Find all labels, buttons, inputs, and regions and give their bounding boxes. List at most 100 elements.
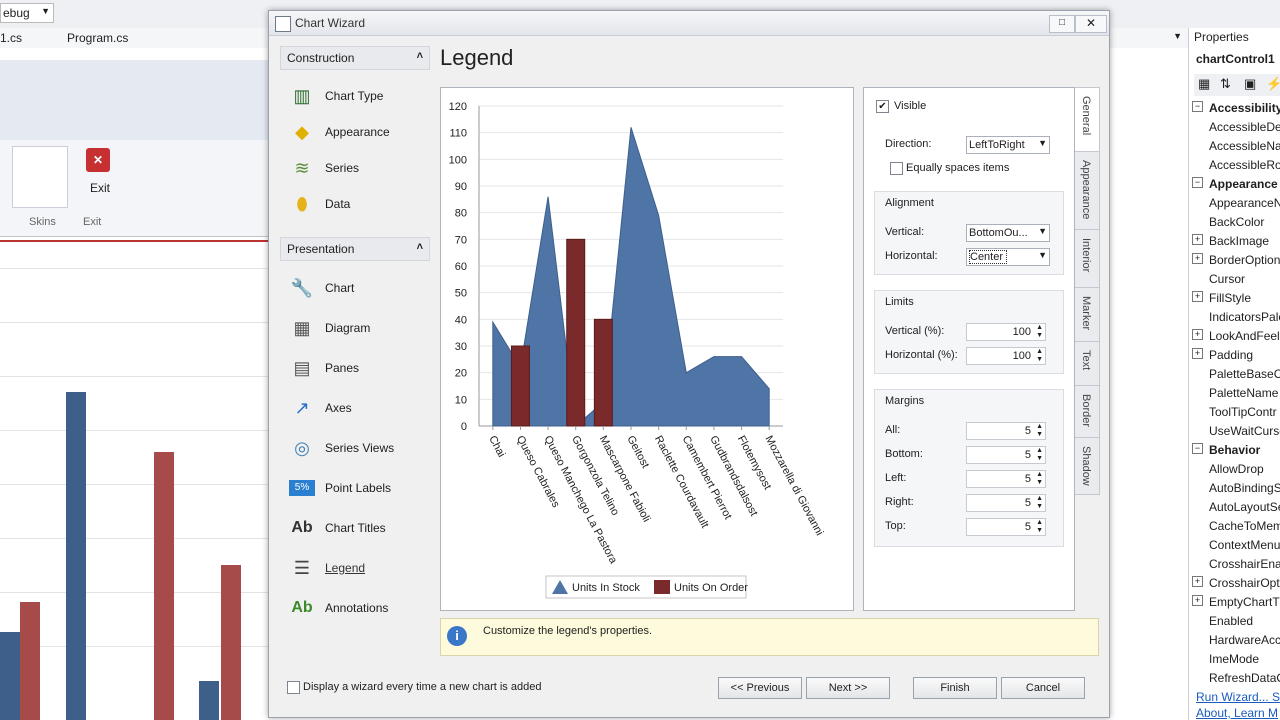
spin-arrows-icon[interactable]: ▲ ▼ xyxy=(1036,495,1043,511)
nav-item-appearance[interactable]: ◆ Appearance xyxy=(289,118,429,146)
presentation-group-header[interactable]: Presentation ˄ xyxy=(280,237,430,261)
expand-icon[interactable]: + xyxy=(1192,234,1203,245)
properties-icon[interactable]: ▣ xyxy=(1244,76,1256,92)
exit-icon[interactable]: ✕ xyxy=(86,148,110,172)
property-row[interactable]: AutoBindingS xyxy=(1190,479,1280,498)
property-row[interactable]: UseWaitCurso xyxy=(1190,422,1280,441)
horizontal-alignment-select[interactable]: Center ▼ xyxy=(966,248,1050,266)
nav-item-chart-type[interactable]: ▥ Chart Type xyxy=(289,82,429,110)
property-row[interactable]: BackColor xyxy=(1190,213,1280,232)
property-row[interactable]: AutoLayoutSe xyxy=(1190,498,1280,517)
property-row[interactable]: − Appearance xyxy=(1190,175,1280,194)
spin-arrows-icon[interactable]: ▲ ▼ xyxy=(1036,423,1043,439)
tab-border[interactable]: Border xyxy=(1075,385,1100,439)
nav-item-legend[interactable]: ☰ Legend xyxy=(289,554,429,582)
chevron-down-icon[interactable]: ▼ xyxy=(1173,31,1182,41)
next-button[interactable]: Next >> xyxy=(806,677,890,699)
nav-item-annotations[interactable]: Ab Annotations xyxy=(289,594,429,622)
properties-object-name[interactable]: chartControl1 xyxy=(1196,52,1275,66)
tab-text[interactable]: Text xyxy=(1075,341,1100,387)
property-row[interactable]: ImeMode xyxy=(1190,650,1280,669)
spin-arrows-icon[interactable]: ▲ ▼ xyxy=(1036,519,1043,535)
property-row[interactable]: RefreshDataO xyxy=(1190,669,1280,688)
finish-button[interactable]: Finish xyxy=(913,677,997,699)
property-row[interactable]: + Padding xyxy=(1190,346,1280,365)
property-row[interactable]: IndicatorsPale xyxy=(1190,308,1280,327)
visible-checkbox[interactable]: ✔ xyxy=(876,100,889,113)
direction-select[interactable]: LeftToRight ▼ xyxy=(966,136,1050,154)
debug-combo[interactable]: ebug ▼ xyxy=(0,3,54,23)
property-row[interactable]: + EmptyChartT xyxy=(1190,593,1280,612)
close-button[interactable]: ✕ xyxy=(1075,15,1107,33)
expand-icon[interactable]: + xyxy=(1192,253,1203,264)
nav-item-data[interactable]: ⬮ Data xyxy=(289,190,429,218)
property-row[interactable]: AccessibleNa xyxy=(1190,137,1280,156)
tab-interior[interactable]: Interior xyxy=(1075,229,1100,289)
margin-all-spinner[interactable]: 5 ▲ ▼ xyxy=(966,422,1046,440)
events-icon[interactable]: ⚡ xyxy=(1266,76,1280,92)
construction-group-header[interactable]: Construction ˄ xyxy=(280,46,430,70)
expand-icon[interactable]: + xyxy=(1192,595,1203,606)
collapse-icon[interactable]: − xyxy=(1192,101,1203,112)
property-row[interactable]: AccessibleDes xyxy=(1190,118,1280,137)
equally-spaces-checkbox[interactable] xyxy=(890,162,903,175)
cancel-button[interactable]: Cancel xyxy=(1001,677,1085,699)
nav-item-panes[interactable]: ▤ Panes xyxy=(289,354,429,382)
spin-arrows-icon[interactable]: ▲ ▼ xyxy=(1036,447,1043,463)
expand-icon[interactable]: + xyxy=(1192,329,1203,340)
spin-arrows-icon[interactable]: ▲ ▼ xyxy=(1036,348,1043,364)
spin-arrows-icon[interactable]: ▲ ▼ xyxy=(1036,471,1043,487)
tab-shadow[interactable]: Shadow xyxy=(1075,437,1100,495)
nav-item-series-views[interactable]: ◎ Series Views xyxy=(289,434,429,462)
property-row[interactable]: + LookAndFeel xyxy=(1190,327,1280,346)
property-row[interactable]: CrosshairEnab xyxy=(1190,555,1280,574)
nav-item-diagram[interactable]: ▦ Diagram xyxy=(289,314,429,342)
show-wizard-checkbox[interactable] xyxy=(287,681,300,694)
nav-item-point-labels[interactable]: 5% Point Labels xyxy=(289,474,429,502)
property-row[interactable]: + BackImage xyxy=(1190,232,1280,251)
limit-vertical-spinner[interactable]: 100 ▲ ▼ xyxy=(966,323,1046,341)
property-row[interactable]: PaletteName xyxy=(1190,384,1280,403)
nav-item-chart-titles[interactable]: Ab Chart Titles xyxy=(289,514,429,542)
categorized-icon[interactable]: ▦ xyxy=(1198,76,1210,92)
property-row[interactable]: AccessibleRol xyxy=(1190,156,1280,175)
expand-icon[interactable]: + xyxy=(1192,348,1203,359)
expand-icon[interactable]: + xyxy=(1192,291,1203,302)
tab-appearance[interactable]: Appearance xyxy=(1075,151,1100,231)
property-row[interactable]: Enabled xyxy=(1190,612,1280,631)
vertical-alignment-select[interactable]: BottomOu... ▼ xyxy=(966,224,1050,242)
property-row[interactable]: − Behavior xyxy=(1190,441,1280,460)
margin-right-spinner[interactable]: 5 ▲ ▼ xyxy=(966,494,1046,512)
nav-item-chart[interactable]: 🔧 Chart xyxy=(289,274,429,302)
property-row[interactable]: AllowDrop xyxy=(1190,460,1280,479)
collapse-icon[interactable]: − xyxy=(1192,177,1203,188)
run-wizard-link[interactable]: Run Wizard... Se xyxy=(1196,690,1280,704)
about-link[interactable]: About, Learn M xyxy=(1196,706,1278,720)
property-row[interactable]: Cursor xyxy=(1190,270,1280,289)
alphabetical-icon[interactable]: ⇅ xyxy=(1220,76,1231,92)
property-row[interactable]: + CrosshairOpti xyxy=(1190,574,1280,593)
tab-general[interactable]: General xyxy=(1075,87,1100,153)
nav-item-axes[interactable]: ↗ Axes xyxy=(289,394,429,422)
property-row[interactable]: ContextMenu xyxy=(1190,536,1280,555)
property-row[interactable]: − Accessibility xyxy=(1190,99,1280,118)
margin-left-spinner[interactable]: 5 ▲ ▼ xyxy=(966,470,1046,488)
collapse-icon[interactable]: − xyxy=(1192,443,1203,454)
property-row[interactable]: AppearanceN xyxy=(1190,194,1280,213)
tab-marker[interactable]: Marker xyxy=(1075,287,1100,343)
tab-program-cs[interactable]: Program.cs xyxy=(67,31,128,45)
maximize-button[interactable]: □ xyxy=(1049,15,1075,33)
margin-top-spinner[interactable]: 5 ▲ ▼ xyxy=(966,518,1046,536)
property-row[interactable]: PaletteBaseCo xyxy=(1190,365,1280,384)
property-row[interactable]: ToolTipContr xyxy=(1190,403,1280,422)
property-row[interactable]: HardwareAcc xyxy=(1190,631,1280,650)
previous-button[interactable]: << Previous xyxy=(718,677,802,699)
skins-gallery[interactable] xyxy=(12,146,68,208)
nav-item-series[interactable]: ≋ Series xyxy=(289,154,429,182)
tab-1-cs[interactable]: 1.cs xyxy=(0,31,22,45)
property-row[interactable]: CacheToMem xyxy=(1190,517,1280,536)
limit-horizontal-spinner[interactable]: 100 ▲ ▼ xyxy=(966,347,1046,365)
property-row[interactable]: + FillStyle xyxy=(1190,289,1280,308)
property-row[interactable]: + BorderOption xyxy=(1190,251,1280,270)
expand-icon[interactable]: + xyxy=(1192,576,1203,587)
